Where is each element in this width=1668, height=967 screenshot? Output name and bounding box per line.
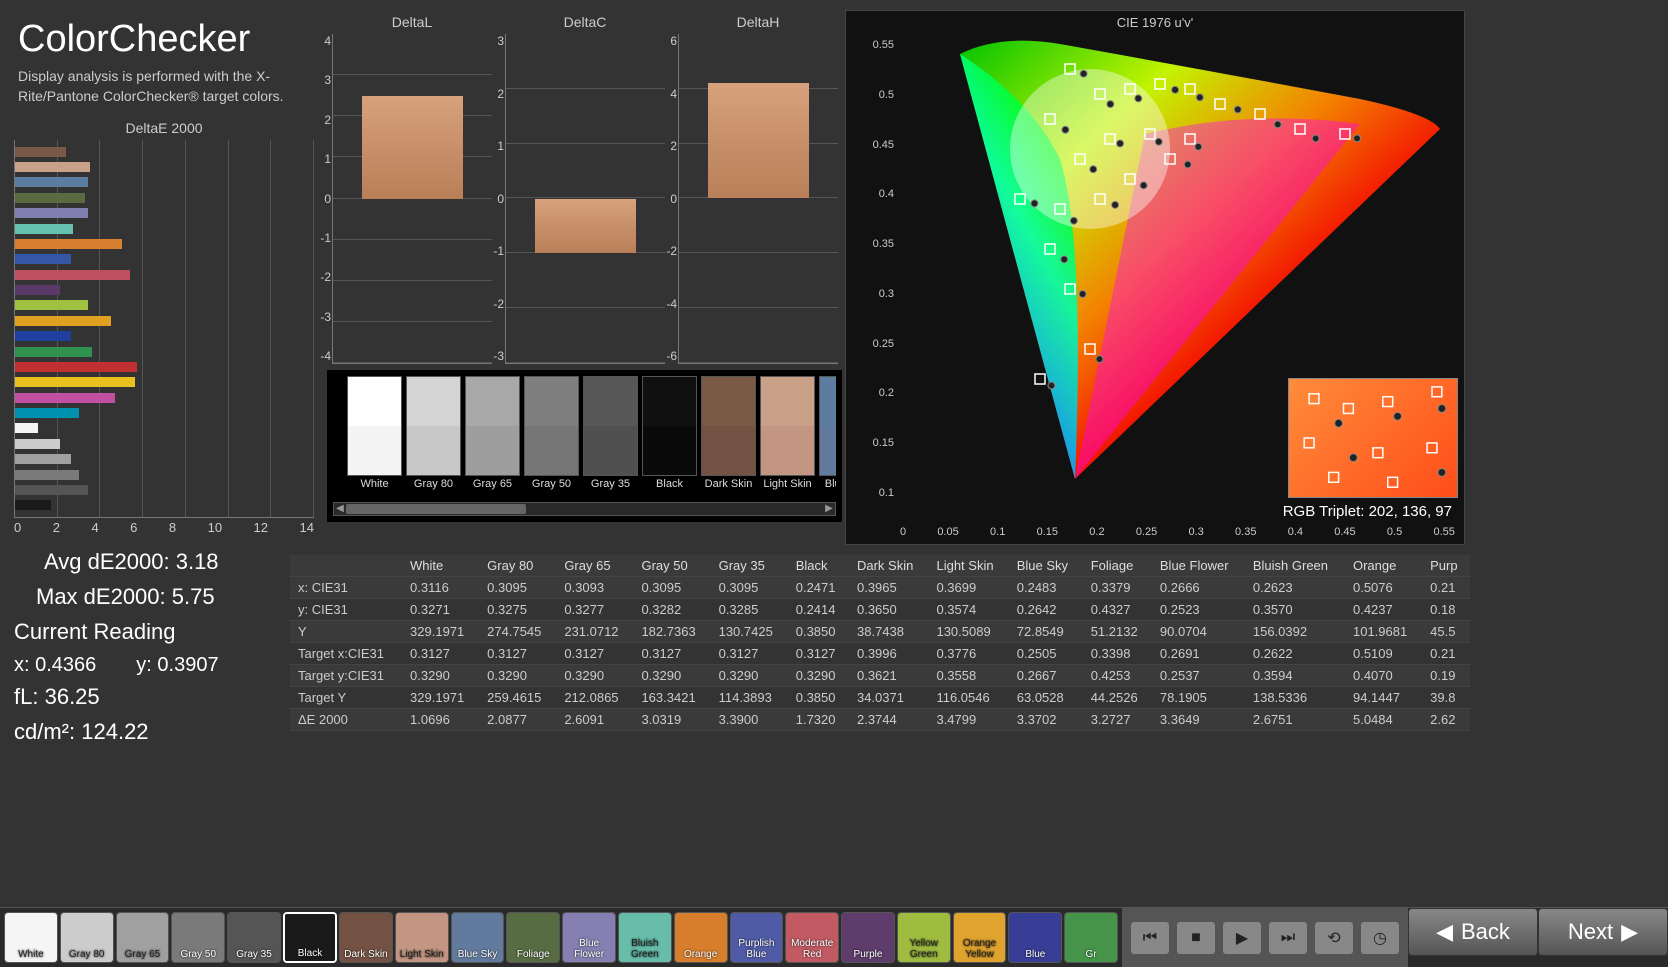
cie-rgb-readout: RGB Triplet: 202, 136, 97 xyxy=(1283,503,1452,520)
deltaL-chart: DeltaL 43210-1-2-3-4 xyxy=(332,14,492,364)
play-button[interactable]: ▶ xyxy=(1222,921,1262,955)
back-button[interactable]: ◀ Back xyxy=(1408,908,1538,956)
swatch-item[interactable]: Gray 65 xyxy=(465,376,520,496)
next-button[interactable]: Next ▶ xyxy=(1538,908,1668,956)
bottom-swatch[interactable]: Foliage xyxy=(506,912,560,963)
scroll-right-icon[interactable]: ▶ xyxy=(823,503,835,515)
table-row[interactable]: Target Y329.1971259.4615212.0865163.3421… xyxy=(290,687,1470,709)
page-subtitle: Display analysis is performed with the X… xyxy=(18,67,318,106)
deltaE-bar xyxy=(15,362,137,372)
deltaE-bar xyxy=(15,423,38,433)
swatch-item[interactable]: Light Skin xyxy=(760,376,815,496)
table-row[interactable]: Target y:CIE310.32900.32900.32900.32900.… xyxy=(290,665,1470,687)
bottom-swatch[interactable]: Gr xyxy=(1064,912,1118,963)
scroll-thumb[interactable] xyxy=(346,504,526,514)
bottom-swatch[interactable]: Light Skin xyxy=(395,912,449,963)
bottom-swatch[interactable]: Black xyxy=(283,912,337,963)
table-row[interactable]: ΔE 20001.06962.08772.60913.03193.39001.7… xyxy=(290,709,1470,731)
bottom-swatch[interactable]: Blue xyxy=(1008,912,1062,963)
swatch-item[interactable]: Gray 35 xyxy=(583,376,638,496)
bottom-swatch[interactable]: Purple xyxy=(841,912,895,963)
bottom-swatch[interactable]: Blue Flower xyxy=(562,912,616,963)
bottom-swatch[interactable]: Gray 35 xyxy=(227,912,281,963)
deltaE-bar xyxy=(15,439,60,449)
bottom-swatch[interactable]: Gray 80 xyxy=(60,912,114,963)
loop-button[interactable]: ⟲ xyxy=(1314,921,1354,955)
bottom-swatch[interactable]: Yellow Green xyxy=(897,912,951,963)
deltaE-bar xyxy=(15,285,60,295)
bottom-swatch[interactable]: Orange Yellow xyxy=(953,912,1007,963)
deltaE-bar xyxy=(15,193,85,203)
swatch-scrollbar[interactable]: ◀ ▶ xyxy=(333,502,836,516)
deltaE-bar xyxy=(15,470,79,480)
bottom-swatch[interactable]: Blue Sky xyxy=(451,912,505,963)
bottom-swatch[interactable]: White xyxy=(4,912,58,963)
deltaE-bar xyxy=(15,177,88,187)
cie-title: CIE 1976 u'v' xyxy=(846,15,1464,30)
swatch-strip: WhiteGray 80Gray 65Gray 50Gray 35BlackDa… xyxy=(327,370,842,522)
deltaC-chart: DeltaC 3210-1-2-3 xyxy=(505,14,665,364)
prev-track-button[interactable]: ⏮ xyxy=(1130,921,1170,955)
table-row[interactable]: x: CIE310.31160.30950.30930.30950.30950.… xyxy=(290,577,1470,599)
deltaE-bar xyxy=(15,224,73,234)
deltaE-bar xyxy=(15,393,115,403)
swatch-item[interactable]: Dark Skin xyxy=(701,376,756,496)
bottom-swatch[interactable]: Dark Skin xyxy=(339,912,393,963)
deltaE-bar xyxy=(15,377,135,387)
deltaE-bar xyxy=(15,316,111,326)
page-title: ColorChecker xyxy=(18,18,318,61)
deltaE-bar xyxy=(15,162,90,172)
deltaE-title: DeltaE 2000 xyxy=(14,120,314,136)
deltaE-bar xyxy=(15,500,51,510)
deltaE-bar xyxy=(15,254,71,264)
swatch-item[interactable]: White xyxy=(347,376,402,496)
cie-zoom-inset xyxy=(1288,378,1458,498)
stop-button[interactable]: ■ xyxy=(1176,921,1216,955)
deltaE-bar xyxy=(15,331,71,341)
scroll-left-icon[interactable]: ◀ xyxy=(334,503,346,515)
deltaE-bar xyxy=(15,485,88,495)
bottom-bar: WhiteGray 80Gray 65Gray 50Gray 35BlackDa… xyxy=(0,907,1668,967)
table-row[interactable]: Target x:CIE310.31270.31270.31270.31270.… xyxy=(290,643,1470,665)
deltaE-bar xyxy=(15,239,122,249)
swatch-item[interactable]: Gray 80 xyxy=(406,376,461,496)
swatch-item[interactable]: Blue Sky xyxy=(819,376,836,496)
deltaE-bar xyxy=(15,408,79,418)
bottom-swatch[interactable]: Moderate Red xyxy=(785,912,839,963)
bottom-swatch[interactable]: Purplish Blue xyxy=(730,912,784,963)
table-row[interactable]: y: CIE310.32710.32750.32770.32820.32850.… xyxy=(290,599,1470,621)
table-row[interactable]: Y329.1971274.7545231.0712182.7363130.742… xyxy=(290,621,1470,643)
swatch-item[interactable]: Black xyxy=(642,376,697,496)
swatch-item[interactable]: Gray 50 xyxy=(524,376,579,496)
deltaE-bar xyxy=(15,270,130,280)
playback-controls: ⏮ ■ ▶ ⏭ ⟲ ◷ xyxy=(1122,908,1408,967)
deltaE-bar xyxy=(15,208,88,218)
deltaE-bar xyxy=(15,454,71,464)
bottom-swatch[interactable]: Orange xyxy=(674,912,728,963)
deltaE-bar xyxy=(15,347,92,357)
stats-block: Avg dE2000: 3.18 Max dE2000: 5.75 Curren… xyxy=(14,545,219,750)
cie-diagram: CIE 1976 u'v' 0.550.50.450.40.350.30.250… xyxy=(845,10,1465,545)
title-block: ColorChecker Display analysis is perform… xyxy=(18,18,318,106)
timer-button[interactable]: ◷ xyxy=(1360,921,1400,955)
data-table[interactable]: WhiteGray 80Gray 65Gray 50Gray 35BlackDa… xyxy=(290,555,1470,755)
bottom-swatch[interactable]: Bluish Green xyxy=(618,912,672,963)
deltaH-chart: DeltaH 6420-2-4-6 xyxy=(678,14,838,364)
next-track-button[interactable]: ⏭ xyxy=(1268,921,1308,955)
bottom-swatch[interactable]: Gray 50 xyxy=(171,912,225,963)
bottom-swatch[interactable]: Gray 65 xyxy=(116,912,170,963)
deltaE-chart: DeltaE 2000 02468101214 xyxy=(14,120,314,535)
deltaE-bar xyxy=(15,300,88,310)
deltaE-bar xyxy=(15,147,66,157)
